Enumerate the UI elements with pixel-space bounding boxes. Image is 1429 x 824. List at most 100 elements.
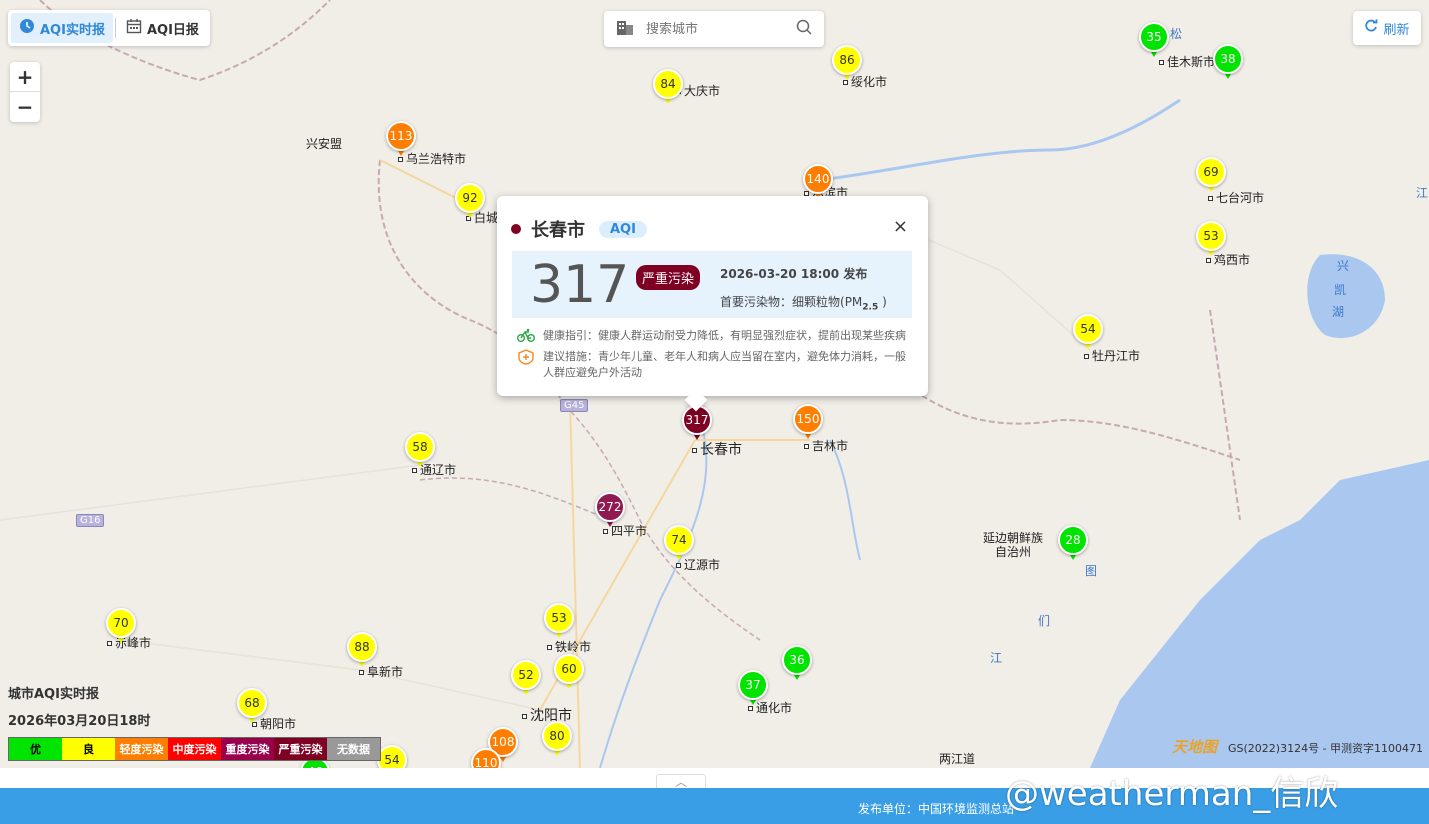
- marker-value: 74: [664, 525, 694, 555]
- watermark: @weatherman_信欣: [1005, 774, 1339, 814]
- aqi-station-marker[interactable]: 272: [595, 492, 625, 530]
- health-tips: 健康指引：健康人群运动耐受力降低，有明显强烈症状，提前出现某些疾病 建议措施：青…: [517, 328, 912, 383]
- marker-value: 28: [1058, 525, 1088, 555]
- marker-value: 150: [793, 404, 823, 434]
- health-guide: 健康指引：健康人群运动耐受力降低，有明显强烈症状，提前出现某些疾病: [517, 328, 912, 347]
- aqi-station-marker[interactable]: 36: [782, 645, 812, 683]
- aqi-station-marker[interactable]: 84: [653, 69, 683, 107]
- legend-item: 优: [9, 738, 62, 760]
- legend-date: 2026年03月20日18时: [8, 714, 151, 729]
- level-dot: [511, 224, 521, 234]
- aqi-station-marker[interactable]: 80: [542, 721, 572, 759]
- aqi-panel: 317 严重污染 2026-03-20 18:00 发布 首要污染物：细颗粒物(…: [512, 251, 912, 318]
- level-badge: 严重污染: [636, 265, 701, 290]
- copyright: GS(2022)3124号 - 甲测资字1100471: [1228, 742, 1424, 755]
- marker-value: 113: [386, 121, 416, 151]
- aqi-tag: AQI: [599, 220, 647, 238]
- water-label: 们: [1038, 614, 1051, 628]
- tab-aqi-realtime[interactable]: AQI实时报: [11, 13, 113, 43]
- building-icon: [616, 19, 634, 39]
- city-aqi-popup: 长春市 AQI × 317 严重污染 2026-03-20 18:00 发布 首…: [497, 196, 928, 412]
- water-label: 图: [1085, 564, 1098, 578]
- aqi-station-marker[interactable]: 70: [106, 608, 136, 646]
- aqi-station-marker[interactable]: 113: [386, 121, 416, 159]
- aqi-station-marker[interactable]: 150: [793, 404, 823, 442]
- aqi-station-marker[interactable]: 317: [682, 405, 712, 443]
- aqi-station-marker[interactable]: 69: [1196, 157, 1226, 195]
- aqi-station-marker[interactable]: 110: [471, 748, 501, 768]
- search-icon[interactable]: [796, 19, 812, 39]
- aqi-station-marker[interactable]: 53: [1196, 221, 1226, 259]
- aqi-station-marker[interactable]: 28: [1058, 525, 1088, 563]
- marker-value: 69: [1196, 157, 1226, 187]
- aqi-station-marker[interactable]: 38: [1213, 44, 1243, 82]
- refresh-icon: [1364, 19, 1378, 37]
- aqi-station-marker[interactable]: 74: [664, 525, 694, 563]
- marker-value: 54: [1073, 314, 1103, 344]
- aqi-station-marker[interactable]: 54: [377, 745, 407, 768]
- aqi-station-marker[interactable]: 92: [455, 183, 485, 221]
- water-label: 江: [990, 651, 1003, 665]
- marker-value: 53: [1196, 221, 1226, 251]
- water-label: 兴: [1337, 259, 1350, 273]
- water-label: 凯: [1334, 283, 1347, 297]
- refresh-label: 刷新: [1383, 22, 1410, 38]
- marker-value: 86: [832, 45, 862, 75]
- aqi-station-marker[interactable]: 37: [738, 670, 768, 708]
- popup-city: 长春市: [531, 220, 585, 241]
- publisher: 发布单位：中国环境监测总站: [858, 802, 1015, 816]
- aqi-station-marker[interactable]: 86: [832, 45, 862, 83]
- marker-value: 53: [544, 603, 574, 633]
- marker-value: 52: [511, 660, 541, 690]
- marker-value: 36: [782, 645, 812, 675]
- place-label: 兴安盟: [306, 137, 343, 151]
- aqi-station-marker[interactable]: 58: [405, 432, 435, 470]
- close-icon[interactable]: ×: [893, 216, 908, 237]
- city-search: [604, 11, 824, 47]
- marker-value: 38: [1213, 44, 1243, 74]
- marker-value: 54: [377, 745, 407, 768]
- marker-value: 110: [471, 748, 501, 768]
- map-canvas[interactable]: 佳木斯市 绥化市 大庆市 兴安盟 乌兰浩特市 尔滨市 白城 七台河市 鸡西市 牡…: [0, 0, 1429, 768]
- report-tabs: AQI实时报 AQI日报: [8, 10, 210, 46]
- calendar-icon: [126, 18, 142, 38]
- aqi-station-marker[interactable]: 52: [511, 660, 541, 698]
- zoom-in-button[interactable]: +: [10, 62, 40, 92]
- marker-value: 272: [595, 492, 625, 522]
- aqi-station-marker[interactable]: 53: [544, 603, 574, 641]
- marker-value: 92: [455, 183, 485, 213]
- primary-pollutant: 首要污染物：细颗粒物(PM2.5 ): [720, 295, 887, 313]
- publish-time: 2026-03-20 18:00 发布: [720, 267, 868, 281]
- shield-plus-icon: [517, 349, 543, 381]
- clock-icon: [19, 18, 35, 38]
- advice: 建议措施：青少年儿童、老年人和病人应当留在室内，避免体力消耗，一般人群应避免户外…: [517, 349, 912, 381]
- marker-value: 80: [542, 721, 572, 751]
- place-label: 自治州: [995, 545, 1032, 559]
- aqi-station-marker[interactable]: 88: [347, 632, 377, 670]
- refresh-button[interactable]: 刷新: [1353, 11, 1421, 45]
- aqi-station-marker[interactable]: 35: [1139, 22, 1169, 60]
- road-shield: G45: [560, 399, 589, 412]
- marker-value: 88: [347, 632, 377, 662]
- marker-value: 60: [554, 654, 584, 684]
- water-label: 松: [1170, 27, 1183, 41]
- aqi-station-marker[interactable]: 60: [554, 654, 584, 692]
- legend-item: 严重污染: [274, 738, 327, 760]
- marker-value: 35: [1139, 22, 1169, 52]
- tab-label: AQI实时报: [40, 22, 105, 38]
- marker-value: 58: [405, 432, 435, 462]
- marker-value: 140: [803, 164, 833, 194]
- marker-value: 70: [106, 608, 136, 638]
- legend-item: 中度污染: [168, 738, 221, 760]
- marker-value: 84: [653, 69, 683, 99]
- legend-item: 良: [62, 738, 115, 760]
- legend-item: 重度污染: [221, 738, 274, 760]
- legend-bar: 优良轻度污染 中度污染 重度污染 严重污染 无数据: [8, 737, 381, 761]
- legend-item: 无数据: [327, 738, 380, 760]
- zoom-out-button[interactable]: −: [10, 92, 40, 122]
- search-input[interactable]: [646, 21, 786, 37]
- aqi-station-marker[interactable]: 54: [1073, 314, 1103, 352]
- tab-aqi-daily[interactable]: AQI日报: [118, 13, 207, 43]
- legend-title: 城市AQI实时报: [8, 687, 99, 702]
- water-label: 江: [1416, 186, 1429, 200]
